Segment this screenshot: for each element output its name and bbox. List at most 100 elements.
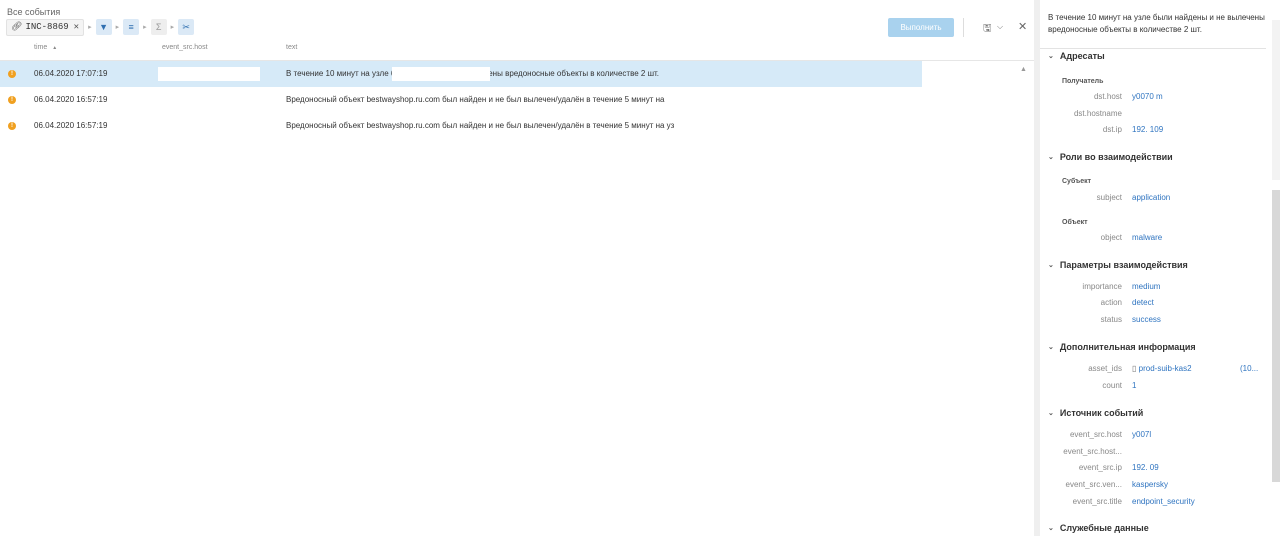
events-panel: Все события 🔗︎ INC-8869 ✕ ▸ ▼ ▸ ≡ ▸ Σ ▸ … [0, 0, 1034, 536]
table-row[interactable]: ! 06.04.2020 16:57:19 Вредоносный объект… [0, 113, 922, 139]
section-addresses-label: Адресаты [1059, 51, 1105, 61]
field-value[interactable]: 192. 09 [1132, 463, 1159, 472]
scroll-up-arrow[interactable]: ▲ [1020, 66, 1027, 73]
chevron-right-icon: ▸ [115, 24, 120, 31]
field-key: event_src.host [1069, 430, 1122, 439]
warning-icon: ! [8, 70, 16, 78]
field-key: event_src.title [1072, 497, 1122, 506]
cell-time: 06.04.2020 16:57:19 [34, 95, 108, 104]
field-value[interactable]: ▯ prod-suib-kas2 [1132, 364, 1192, 373]
tools-icon: ✂ [182, 21, 190, 32]
section-params-label: Параметры взаимодействия [1059, 260, 1188, 270]
column-header-time-label: time [34, 44, 48, 51]
funnel-icon: ▼ [99, 22, 109, 32]
chevron-down-icon: ⌄ [1048, 53, 1054, 60]
redacted-area [392, 67, 490, 81]
warning-icon: ! [8, 122, 16, 130]
chevron-down-icon: ⌄ [1048, 262, 1054, 269]
field-value[interactable]: medium [1132, 282, 1160, 291]
chevron-down-icon: ⌄ [1048, 410, 1054, 417]
event-description: В течение 10 минут на узле были найдены … [1048, 13, 1265, 34]
field-value[interactable]: malware [1132, 233, 1162, 242]
tools-button[interactable]: ✂ [178, 19, 195, 35]
table-row[interactable]: ! 06.04.2020 17:07:19 В течение 10 минут… [0, 61, 922, 87]
field-key: count [1102, 381, 1122, 390]
field-value[interactable]: endpoint_security [1132, 497, 1195, 506]
filter-button[interactable]: ▼ [95, 19, 112, 35]
field-key: dst.hostname [1073, 109, 1122, 118]
field-key: event_src.ven... [1065, 480, 1122, 489]
chevron-right-icon: ▸ [170, 24, 175, 31]
subsection-recipient: Получатель [1062, 78, 1104, 85]
cell-time: 06.04.2020 16:57:19 [34, 121, 108, 130]
details-header-divider [1040, 48, 1266, 49]
sigma-icon: Σ [155, 22, 162, 32]
warning-icon: ! [8, 96, 16, 104]
subsection-subject: Субъект [1062, 178, 1092, 185]
section-addresses[interactable]: ⌄ Адресаты [1048, 51, 1105, 61]
query-toolbar: 🔗︎ INC-8869 ✕ ▸ ▼ ▸ ≡ ▸ Σ ▸ ✂ [6, 18, 195, 36]
details-panel: В течение 10 минут на узле были найдены … [1040, 0, 1280, 536]
field-value[interactable]: application [1132, 193, 1170, 202]
section-service-label: Служебные данные [1059, 523, 1149, 533]
section-source[interactable]: ⌄ Источник событий [1048, 408, 1143, 418]
filter-chip-label: INC-8869 [25, 22, 69, 32]
section-params[interactable]: ⌄ Параметры взаимодействия [1048, 260, 1188, 270]
section-source-label: Источник событий [1059, 408, 1144, 418]
details-scrollbar-thumb[interactable] [1272, 190, 1280, 482]
app-window: Все события 🔗︎ INC-8869 ✕ ▸ ▼ ▸ ≡ ▸ Σ ▸ … [0, 0, 1280, 536]
aggregate-button[interactable]: Σ [150, 19, 167, 35]
section-extra[interactable]: ⌄ Дополнительная информация [1048, 342, 1196, 352]
asset-icon: ▯ [1132, 364, 1137, 373]
field-key: action [1100, 298, 1122, 307]
field-value[interactable]: 1 [1132, 381, 1136, 390]
field-value[interactable]: success [1132, 315, 1161, 324]
chevron-right-icon: ▸ [88, 24, 92, 31]
field-value-more[interactable]: (10... [1240, 364, 1258, 373]
filter-chip[interactable]: 🔗︎ INC-8869 ✕ [6, 18, 85, 36]
section-roles[interactable]: ⌄ Роли во взаимодействии [1048, 152, 1173, 162]
field-key: asset_ids [1088, 364, 1122, 373]
close-icon[interactable]: ✕ [74, 22, 79, 32]
events-panel-title: Все события [7, 7, 61, 17]
run-button[interactable]: Выполнить [888, 18, 954, 37]
list-icon: ≡ [128, 22, 134, 32]
field-value[interactable]: detect [1132, 298, 1154, 307]
sort-asc-icon: ▲ [52, 45, 58, 51]
field-key: status [1100, 315, 1122, 324]
cell-text: Вредоносный объект bestwayshop.ru.com бы… [286, 95, 665, 104]
save-icon[interactable]: 🖫 [983, 21, 992, 38]
chevron-down-icon[interactable]: ⌵ [997, 22, 1003, 32]
link-icon: 🔗︎ [11, 22, 23, 32]
field-key: dst.host [1093, 92, 1122, 101]
redacted-area [158, 67, 260, 81]
field-key: importance [1082, 282, 1122, 291]
chevron-down-icon: ⌄ [1048, 154, 1054, 161]
close-panel-icon[interactable]: ✕ [1018, 20, 1027, 33]
chevron-right-icon: ▸ [143, 24, 147, 31]
field-key: subject [1096, 193, 1122, 202]
field-value[interactable]: y0070 m [1132, 92, 1163, 101]
toolbar-divider [963, 18, 964, 37]
group-button[interactable]: ≡ [123, 19, 140, 35]
table-row[interactable]: ! 06.04.2020 16:57:19 Вредоносный объект… [0, 87, 922, 113]
asset-link[interactable]: prod-suib-kas2 [1139, 364, 1192, 373]
chevron-down-icon: ⌄ [1048, 344, 1054, 351]
details-scrollbar-track[interactable] [1272, 20, 1280, 180]
column-header-host[interactable]: event_src.host [162, 44, 208, 58]
cell-text: Вредоносный объект bestwayshop.ru.com бы… [286, 121, 675, 130]
field-value[interactable]: y007l [1132, 430, 1151, 439]
subsection-object: Объект [1062, 219, 1088, 226]
section-service[interactable]: ⌄ Служебные данные [1048, 523, 1149, 533]
column-header-time[interactable]: time ▲ [34, 44, 57, 58]
section-extra-label: Дополнительная информация [1059, 342, 1196, 352]
section-roles-label: Роли во взаимодействии [1059, 152, 1173, 162]
field-key: event_src.host... [1063, 447, 1122, 456]
field-key: dst.ip [1102, 125, 1122, 134]
field-value[interactable]: 192. 109 [1132, 125, 1163, 134]
cell-time: 06.04.2020 17:07:19 [34, 69, 108, 78]
field-key: object [1100, 233, 1122, 242]
column-header-text[interactable]: text [286, 44, 297, 58]
chevron-down-icon: ⌄ [1048, 525, 1054, 532]
field-value[interactable]: kaspersky [1132, 480, 1168, 489]
